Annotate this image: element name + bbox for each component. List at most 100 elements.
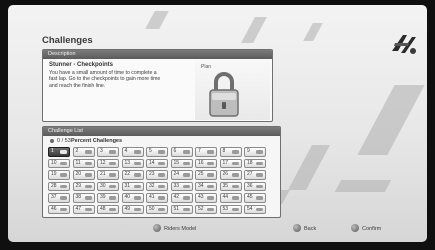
challenge-cell[interactable]: 43 [195,193,217,203]
challenge-cell[interactable]: 19 [48,170,70,180]
back-prompt[interactable]: Back [293,223,316,234]
challenge-cell[interactable]: 29 [72,181,95,191]
challenge-cell[interactable]: 9 [244,147,266,157]
challenge-cell[interactable]: 45 [244,193,266,203]
challenge-cell[interactable]: 53 [219,204,242,214]
challenge-cell[interactable]: 22 [121,170,144,180]
challenge-number: 13 [124,159,131,166]
challenge-cell[interactable]: 13 [121,158,144,168]
riders-model-prompt[interactable]: Riders Model [153,223,197,234]
challenge-cell[interactable]: 47 [72,204,95,214]
challenge-cell[interactable]: 16 [195,158,217,168]
challenge-cell[interactable]: 42 [170,193,193,203]
challenge-number: 31 [124,182,131,189]
challenge-cell[interactable]: 25 [195,170,217,180]
challenge-number: 33 [173,182,180,189]
challenge-number: 50 [149,205,155,212]
challenge-cell[interactable]: 23 [146,170,168,180]
challenge-cell[interactable]: 17 [219,158,242,168]
challenge-status-indicator [133,150,141,154]
challenge-number: 24 [173,171,180,177]
confirm-prompt[interactable]: Confirm [351,223,381,234]
challenge-cell[interactable]: 31 [121,181,144,191]
challenge-cell[interactable]: 21 [97,170,119,180]
challenge-status-indicator [207,196,214,200]
challenge-number: 15 [173,159,180,166]
challenge-status-indicator [231,161,239,165]
challenge-cell[interactable]: 38 [72,193,95,203]
challenge-cell[interactable]: 37 [48,193,70,203]
challenge-number: 32 [149,182,155,189]
challenge-cell[interactable]: 28 [48,181,70,191]
challenge-cell[interactable]: 12 [97,158,119,168]
challenge-cell[interactable]: 44 [219,193,242,203]
challenge-number: 43 [198,194,204,200]
challenge-cell[interactable]: 5 [146,147,168,157]
description-header: Description [43,50,272,59]
challenge-cell[interactable]: 20 [72,170,95,180]
challenge-cell[interactable]: 2 [72,147,95,157]
challenge-cell[interactable]: 3 [97,147,119,157]
challenge-status-indicator [84,173,92,177]
prompt-label: Riders Model [164,226,197,232]
challenge-cell[interactable]: 39 [97,193,119,203]
challenge-number: 40 [124,194,131,200]
challenge-cell[interactable]: 10 [48,158,70,168]
challenge-number: 16 [198,159,204,166]
challenge-cell[interactable]: 6 [170,147,193,157]
challenge-number: 51 [173,205,180,212]
challenge-cell[interactable]: 1 [48,147,70,157]
challenge-number: 19 [51,171,57,177]
challenge-cell[interactable]: 35 [219,181,242,191]
challenge-number: 30 [100,182,106,189]
challenge-cell[interactable]: 33 [170,181,193,191]
challenge-cell[interactable]: 18 [244,158,266,168]
challenge-status-indicator [256,150,263,154]
challenge-cell[interactable]: 15 [170,158,193,168]
challenge-cell[interactable]: 24 [170,170,193,180]
challenge-cell[interactable]: 46 [48,204,70,214]
challenge-status-indicator [133,207,141,211]
challenge-cell[interactable]: 26 [219,170,242,180]
challenge-cell[interactable]: 54 [244,204,266,214]
challenge-cell[interactable]: 11 [72,158,95,168]
bg-streak [357,85,425,155]
challenge-cell[interactable]: 48 [97,204,119,214]
challenge-cell[interactable]: 49 [121,204,144,214]
challenge-number: 23 [149,171,155,177]
challenge-cell[interactable]: 40 [121,193,144,203]
challenge-cell[interactable]: 4 [121,147,144,157]
challenge-cell[interactable]: 51 [170,204,193,214]
challenge-status-indicator [60,150,67,154]
challenge-cell[interactable]: 30 [97,181,119,191]
challenge-grid: 1 2 3 4 5 6 7 8 9 10 11 12 13 14 15 16 17 18 19 20 21 22 23 24 2… [48,147,269,216]
challenge-status-indicator [109,196,116,200]
challenge-cell[interactable]: 50 [146,204,168,214]
challenge-cell[interactable]: 36 [244,181,266,191]
challenge-number: 2 [75,148,79,154]
challenge-cell[interactable]: 32 [146,181,168,191]
challenge-cell[interactable]: 7 [195,147,217,157]
challenge-number: 46 [51,205,57,212]
challenge-status-indicator [182,161,190,165]
challenge-cell[interactable]: 14 [146,158,168,168]
challenge-number: 3 [100,148,103,154]
challenge-preview: Plan [195,60,270,120]
challenge-status-indicator [256,184,263,188]
challenge-number: 26 [222,171,229,177]
challenge-number: 41 [149,194,155,200]
challenge-name: Stunner - Checkpoints [49,62,114,68]
challenge-number: 35 [222,182,229,189]
challenge-cell[interactable]: 41 [146,193,168,203]
challenge-status-indicator [207,207,214,211]
bg-streak [145,11,169,29]
challenge-status-indicator [84,184,92,188]
challenge-cell[interactable]: 8 [219,147,242,157]
challenge-status-indicator [109,161,116,165]
challenge-status-indicator [109,184,116,188]
challenge-number: 22 [124,171,131,177]
challenge-cell[interactable]: 34 [195,181,217,191]
challenge-cell[interactable]: 27 [244,170,266,180]
challenge-number: 44 [222,194,229,200]
challenge-cell[interactable]: 52 [195,204,217,214]
